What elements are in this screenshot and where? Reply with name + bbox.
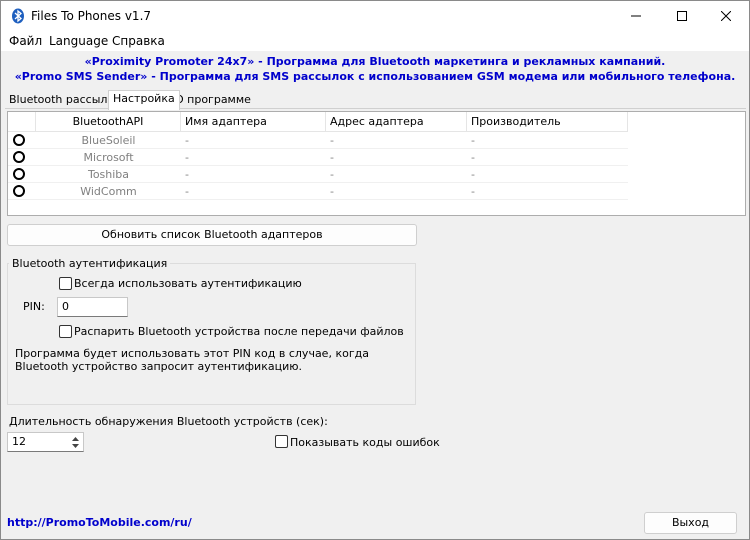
cell-api: Microsoft bbox=[83, 151, 134, 164]
adapter-radio[interactable] bbox=[13, 134, 25, 146]
maximize-icon bbox=[677, 11, 687, 21]
column-bluetooth-api[interactable]: BluetoothAPI bbox=[36, 112, 181, 132]
promo-line-2[interactable]: «Promo SMS Sender» - Программа для SMS р… bbox=[1, 70, 749, 83]
always-auth-label[interactable]: Всегда использовать аутентификацию bbox=[74, 277, 302, 290]
auth-info-line-2: Bluetooth устройство запросит аутентифик… bbox=[15, 360, 302, 373]
close-icon bbox=[721, 11, 731, 21]
window-title: Files To Phones v1.7 bbox=[31, 9, 152, 23]
pin-label: PIN: bbox=[23, 300, 45, 313]
cell-address: - bbox=[330, 151, 334, 164]
bluetooth-icon bbox=[12, 8, 24, 24]
cell-address: - bbox=[330, 168, 334, 181]
adapter-radio[interactable] bbox=[13, 151, 25, 163]
unpair-checkbox[interactable] bbox=[59, 325, 72, 338]
minimize-button[interactable] bbox=[613, 1, 659, 31]
spin-arrows-icon[interactable] bbox=[71, 435, 80, 450]
column-adapter-name[interactable]: Имя адаптера bbox=[181, 112, 326, 132]
tab-settings[interactable]: Настройка bbox=[108, 90, 180, 110]
show-error-codes-label[interactable]: Показывать коды ошибок bbox=[290, 436, 440, 449]
column-select bbox=[8, 112, 36, 132]
discovery-duration-spinbox[interactable]: 12 bbox=[7, 432, 84, 452]
adapter-radio[interactable] bbox=[13, 185, 25, 197]
minimize-icon bbox=[631, 15, 641, 17]
adapters-list-header: BluetoothAPI Имя адаптера Адрес адаптера… bbox=[8, 112, 628, 132]
table-row[interactable]: WidComm - - - bbox=[8, 183, 628, 200]
cell-name: - bbox=[185, 168, 189, 181]
cell-address: - bbox=[330, 185, 334, 198]
discovery-duration-label: Длительность обнаружения Bluetooth устро… bbox=[9, 415, 328, 428]
cell-vendor: - bbox=[471, 185, 475, 198]
promo-line-1[interactable]: «Proximity Promoter 24x7» - Программа дл… bbox=[1, 55, 749, 68]
pin-input[interactable]: 0 bbox=[57, 297, 128, 317]
cell-vendor: - bbox=[471, 151, 475, 164]
table-row[interactable]: BlueSoleil - - - bbox=[8, 132, 628, 149]
cell-name: - bbox=[185, 185, 189, 198]
adapter-radio[interactable] bbox=[13, 168, 25, 180]
cell-api: Toshiba bbox=[87, 168, 130, 181]
always-auth-checkbox[interactable] bbox=[59, 277, 72, 290]
auth-info-line-1: Программа будет использовать этот PIN ко… bbox=[15, 347, 369, 360]
cell-name: - bbox=[185, 151, 189, 164]
menu-bar: Файл Language Справка bbox=[1, 31, 749, 51]
discovery-duration-value: 12 bbox=[12, 435, 26, 448]
cell-api: BlueSoleil bbox=[81, 134, 136, 147]
cell-api: WidComm bbox=[80, 185, 137, 198]
adapters-list[interactable]: BluetoothAPI Имя адаптера Адрес адаптера… bbox=[7, 111, 746, 216]
cell-name: - bbox=[185, 134, 189, 147]
tab-bluetooth-mailing[interactable]: Bluetooth рассылка bbox=[5, 92, 125, 109]
app-window: Files To Phones v1.7 Файл Language Справ… bbox=[0, 0, 750, 540]
tab-about[interactable]: О программе bbox=[171, 92, 255, 109]
auth-group-title: Bluetooth аутентификация bbox=[9, 257, 171, 270]
title-bar: Files To Phones v1.7 bbox=[1, 1, 749, 31]
refresh-adapters-button[interactable]: Обновить список Bluetooth адаптеров bbox=[7, 224, 417, 246]
maximize-button[interactable] bbox=[659, 1, 705, 31]
unpair-label[interactable]: Распарить Bluetooth устройства после пер… bbox=[74, 325, 404, 338]
column-vendor[interactable]: Производитель bbox=[467, 112, 628, 132]
cell-vendor: - bbox=[471, 168, 475, 181]
cell-vendor: - bbox=[471, 134, 475, 147]
exit-button[interactable]: Выход bbox=[644, 512, 737, 534]
column-adapter-address[interactable]: Адрес адаптера bbox=[326, 112, 467, 132]
table-row[interactable]: Toshiba - - - bbox=[8, 166, 628, 183]
cell-address: - bbox=[330, 134, 334, 147]
menu-language[interactable]: Language bbox=[49, 34, 108, 48]
menu-help[interactable]: Справка bbox=[112, 34, 165, 48]
menu-file[interactable]: Файл bbox=[9, 34, 42, 48]
table-row[interactable]: Microsoft - - - bbox=[8, 149, 628, 166]
website-link[interactable]: http://PromoToMobile.com/ru/ bbox=[7, 516, 192, 529]
show-error-codes-checkbox[interactable] bbox=[275, 435, 288, 448]
close-button[interactable] bbox=[703, 1, 749, 31]
